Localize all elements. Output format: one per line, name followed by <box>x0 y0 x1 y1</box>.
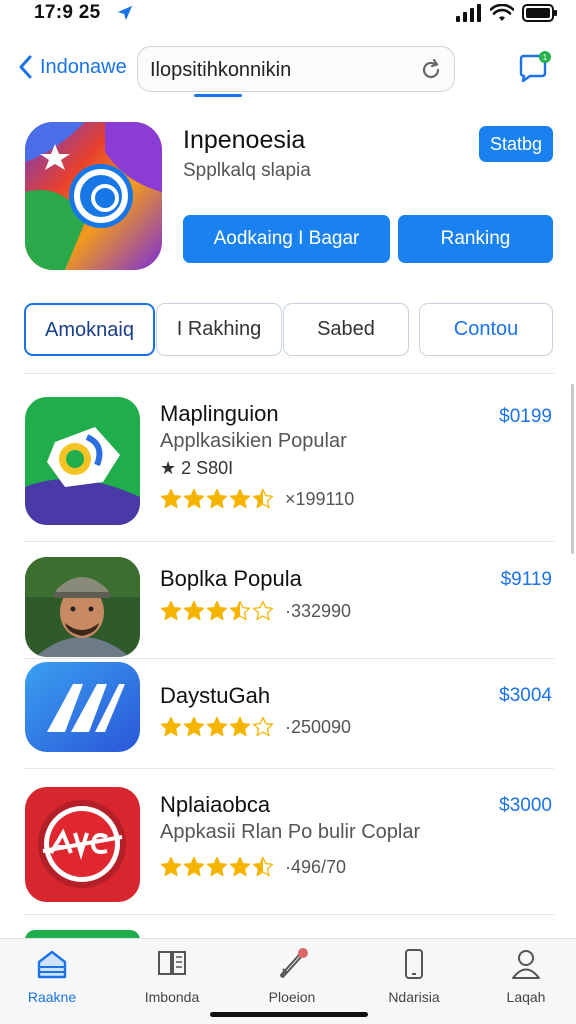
star-filled-icon <box>183 600 205 621</box>
divider <box>24 768 554 769</box>
app-subtitle: Appkasii Rlan Po bulir Coplar <box>160 821 421 843</box>
location-arrow-icon <box>117 5 133 21</box>
review-count: ·496/70 <box>285 856 347 877</box>
app-price[interactable]: $9119 <box>501 569 552 591</box>
tab-label: Ploeion <box>268 989 316 1005</box>
star-filled-icon <box>160 716 182 737</box>
person-icon <box>512 950 540 979</box>
rating-stars: ×199110 <box>160 488 354 510</box>
divider <box>24 658 554 659</box>
review-count: ·250090 <box>285 716 352 737</box>
book-icon <box>158 951 186 975</box>
signal-icon <box>456 4 481 22</box>
app-name: Nplaiaobca <box>160 792 271 817</box>
home-icon <box>37 950 67 979</box>
tab-label: Raakne <box>27 989 77 1005</box>
star-half-icon <box>252 488 274 509</box>
divider <box>24 914 554 915</box>
star-empty-icon <box>252 600 274 621</box>
chat-icon[interactable]: 1 <box>516 50 552 86</box>
scroll-indicator[interactable] <box>571 384 574 554</box>
segment-contou[interactable]: Contou <box>419 303 553 356</box>
star-empty-icon <box>252 716 274 737</box>
star-filled-icon <box>160 856 182 877</box>
segment-ranking[interactable]: I Rakhing <box>156 303 282 356</box>
battery-icon <box>522 4 557 22</box>
search-underline <box>194 94 242 97</box>
app-icon-maplinguion[interactable] <box>25 397 140 525</box>
star-filled-icon <box>183 856 205 877</box>
app-price[interactable]: $0199 <box>499 406 552 428</box>
app-name: Maplinguion <box>160 401 279 426</box>
refresh-icon[interactable] <box>418 57 444 83</box>
phone-icon <box>405 949 423 979</box>
ranking-button[interactable]: Ranking <box>398 215 553 263</box>
featured-app-icon[interactable] <box>25 122 162 270</box>
divider <box>24 541 554 542</box>
apps-button[interactable]: Aodkaing I Bagar <box>183 215 390 263</box>
app-subtitle: Applkasikien Popular <box>160 430 347 452</box>
back-label: Indonawe <box>40 55 127 78</box>
review-count: ×199110 <box>285 488 355 509</box>
tab-label: Ndarisia <box>388 989 440 1005</box>
app-badge: ★ 2 S80I <box>160 458 234 478</box>
app-name: Boplka Popula <box>160 566 302 591</box>
status-bar: 17:9 25 <box>0 0 576 30</box>
star-filled-icon <box>183 488 205 509</box>
app-name: DaystuGah <box>160 683 271 708</box>
svg-text:1: 1 <box>543 53 548 62</box>
star-filled-icon <box>229 488 251 509</box>
home-indicator <box>210 1012 368 1017</box>
status-indicators <box>456 4 558 22</box>
star-filled-icon <box>160 600 182 621</box>
status-button[interactable]: Statbg <box>479 126 553 162</box>
search-value: Ilopsitihkonnikin <box>150 59 292 81</box>
back-button[interactable]: Indonawe <box>16 54 127 80</box>
star-filled-icon <box>229 856 251 877</box>
featured-app-title: Inpenoesia <box>183 126 306 154</box>
app-price[interactable]: $3004 <box>499 685 552 707</box>
tab-label: Laqah <box>506 989 546 1005</box>
rocket-icon <box>280 948 308 978</box>
chevron-left-icon <box>19 55 32 79</box>
featured-app-subtitle: Spplkalq slapia <box>183 160 311 181</box>
tab-profile[interactable]: Laqah <box>476 947 576 1005</box>
app-icon-boplka[interactable] <box>25 557 140 657</box>
tab-browse[interactable]: Imbonda <box>122 947 222 1005</box>
tab-updates[interactable]: Ndarisia <box>364 947 464 1005</box>
star-half-icon <box>229 600 251 621</box>
star-filled-icon <box>206 716 228 737</box>
review-count: ·332990 <box>285 600 352 621</box>
tab-label: Imbonda <box>144 989 200 1005</box>
rating-stars: ·250090 <box>160 716 351 738</box>
app-icon-nplaiaobca[interactable] <box>25 787 140 902</box>
segment-amoknaiq[interactable]: Amoknaiq <box>24 303 155 356</box>
segment-saved[interactable]: Sabed <box>283 303 409 356</box>
app-icon-daystugah[interactable] <box>25 662 140 752</box>
tab-home[interactable]: Raakne <box>2 947 102 1005</box>
star-half-icon <box>252 856 274 877</box>
wifi-icon <box>490 4 514 21</box>
status-time: 17:9 25 <box>34 2 101 23</box>
star-filled-icon <box>206 856 228 877</box>
star-filled-icon <box>206 600 228 621</box>
rating-stars: ·496/70 <box>160 856 346 878</box>
navigation-bar: Indonawe Ilopsitihkonnikin 1 <box>0 44 576 97</box>
star-filled-icon <box>160 488 182 509</box>
search-input[interactable]: Ilopsitihkonnikin <box>137 46 455 97</box>
tab-games[interactable]: Ploeion <box>242 947 342 1005</box>
rating-stars: ·332990 <box>160 600 351 622</box>
star-filled-icon <box>183 716 205 737</box>
star-filled-icon <box>206 488 228 509</box>
divider <box>24 373 554 374</box>
app-price[interactable]: $3000 <box>499 795 552 817</box>
star-filled-icon <box>229 716 251 737</box>
